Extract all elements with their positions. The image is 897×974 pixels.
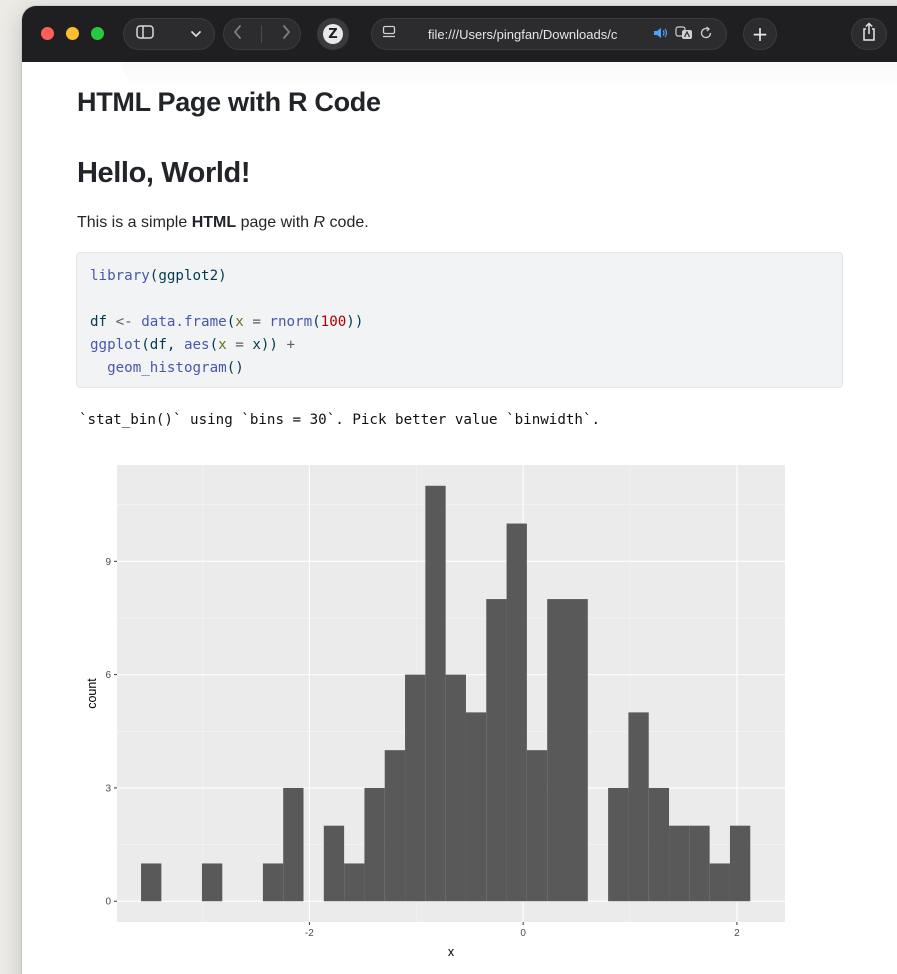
speaker-icon[interactable] xyxy=(653,27,669,42)
sidebar-toggle-button[interactable] xyxy=(123,18,215,50)
minimize-window-button[interactable] xyxy=(66,27,79,40)
page-content: HTML Page with R Code Hello, World! This… xyxy=(22,62,897,974)
histogram-bar xyxy=(141,863,162,902)
main-heading: Hello, World! xyxy=(77,157,251,189)
x-axis-title: x xyxy=(448,945,455,959)
nav-divider xyxy=(261,25,263,43)
new-tab-button[interactable]: + xyxy=(743,18,777,50)
histogram-bar xyxy=(445,674,466,902)
close-window-button[interactable] xyxy=(41,27,54,40)
share-button[interactable] xyxy=(851,18,887,50)
histogram-bar xyxy=(729,825,751,902)
histogram-bar xyxy=(323,825,345,902)
translate-icon[interactable] xyxy=(675,25,693,43)
code-line-5: geom_histogram() xyxy=(107,360,244,376)
intro-text-end: code. xyxy=(325,214,369,231)
y-tick-label: 6 xyxy=(105,670,111,681)
x-tick-label: 2 xyxy=(734,928,740,939)
code-line-3: df <- data.frame(x = rnorm(100)) xyxy=(90,314,364,330)
histogram-bar xyxy=(669,825,690,902)
extension-button[interactable]: Z xyxy=(317,18,349,50)
histogram-bar xyxy=(506,523,527,902)
histogram-bar xyxy=(526,750,548,902)
address-bar[interactable]: file:///Users/pingfan/Downloads/c xyxy=(371,18,727,50)
browser-toolbar: Z file:///Users/pingfan/Downloads/c + xyxy=(22,6,897,62)
x-tick-label: 0 xyxy=(520,928,526,939)
histogram-bar xyxy=(608,787,629,902)
code-line-4: ggplot(df, aes(x = x)) + xyxy=(90,337,296,353)
zoom-window-button[interactable] xyxy=(91,27,104,40)
histogram-bar xyxy=(201,863,223,902)
y-axis-title: count xyxy=(85,678,99,709)
y-tick-label: 0 xyxy=(105,897,111,908)
sidebar-icon xyxy=(136,25,154,43)
share-icon xyxy=(861,21,877,47)
histogram-bar xyxy=(344,863,365,902)
histogram-bar xyxy=(547,599,568,902)
intro-bold: HTML xyxy=(191,214,237,231)
histogram-bar xyxy=(425,485,446,902)
intro-italic: R xyxy=(313,214,326,231)
chevron-down-icon xyxy=(190,26,202,42)
histogram-bar xyxy=(262,863,284,902)
histogram-bar xyxy=(567,599,588,902)
histogram-bar xyxy=(384,750,406,902)
histogram-bar xyxy=(465,712,487,902)
histogram-bar xyxy=(689,825,710,902)
histogram-bar xyxy=(283,787,304,902)
intro-text-mid: page with xyxy=(236,214,314,231)
histogram-bar xyxy=(709,863,730,902)
page-title: HTML Page with R Code xyxy=(77,87,381,117)
y-tick-label: 9 xyxy=(105,557,111,568)
histogram-bar xyxy=(405,674,426,902)
z-extension-icon: Z xyxy=(323,24,343,44)
back-button[interactable] xyxy=(233,24,243,44)
navigation-buttons xyxy=(223,18,301,50)
histogram-bar xyxy=(648,787,670,902)
forward-button[interactable] xyxy=(281,24,291,44)
r-message-output: `stat_bin()` using `bins = 30`. Pick bet… xyxy=(79,412,601,428)
histogram-bar xyxy=(364,787,385,902)
histogram-bar xyxy=(628,712,649,902)
plus-icon: + xyxy=(751,22,769,46)
intro-paragraph: This is a simple HTML page with R code. xyxy=(77,214,369,232)
url-text: file:///Users/pingfan/Downloads/c xyxy=(428,26,618,42)
x-tick-label: -2 xyxy=(305,928,314,939)
histogram-bar xyxy=(486,599,507,902)
reload-icon[interactable] xyxy=(699,25,713,43)
code-text: library(ggplot2) df <- data.frame(x = rn… xyxy=(90,265,829,380)
y-tick-label: 3 xyxy=(105,783,111,794)
address-bar-actions xyxy=(653,25,713,43)
histogram-chart: -2 0 2 0 3 6 9 x count xyxy=(85,465,785,959)
browser-window: Z file:///Users/pingfan/Downloads/c + HT… xyxy=(22,6,897,974)
code-block: library(ggplot2) df <- data.frame(x = rn… xyxy=(76,252,843,388)
code-line-1: library(ggplot2) xyxy=(90,268,227,284)
page-info-icon[interactable] xyxy=(382,25,396,43)
intro-text: This is a simple xyxy=(77,214,192,231)
